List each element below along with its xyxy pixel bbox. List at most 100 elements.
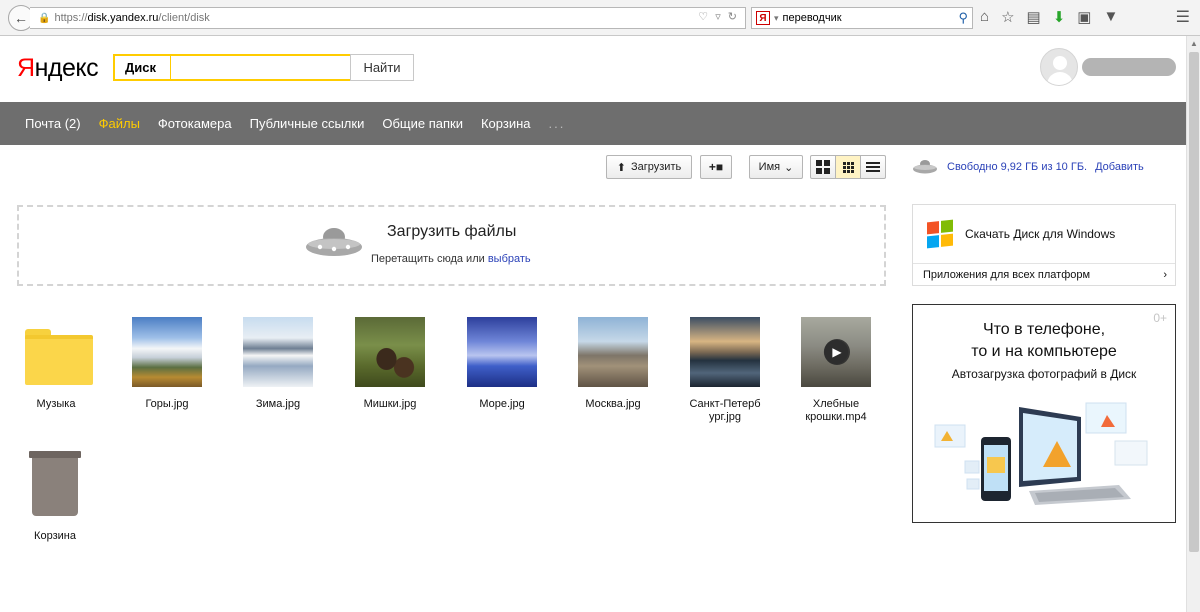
small-grid-icon — [842, 161, 854, 173]
file-name: Море.jpg — [479, 398, 525, 410]
file-name: Зима.jpg — [255, 398, 301, 410]
view-list-button[interactable] — [861, 156, 885, 178]
file-item-image[interactable]: Санкт-Петербург.jpg — [675, 317, 775, 424]
reading-list-icon[interactable]: ▤ — [1027, 8, 1041, 26]
file-item-image[interactable]: Горы.jpg — [117, 317, 217, 411]
dropzone-hint: Перетащить сюда или — [371, 253, 485, 265]
nav-item-files[interactable]: Файлы — [99, 116, 140, 131]
sort-label: Имя — [758, 161, 781, 173]
upload-icon: ⬆ — [616, 161, 626, 174]
image-thumbnail — [690, 317, 760, 387]
choose-files-link[interactable]: выбрать — [488, 253, 531, 265]
download-windows-link[interactable]: Скачать Диск для Windows — [913, 205, 1175, 264]
service-tag: Диск — [115, 56, 171, 79]
view-switcher — [810, 155, 886, 179]
file-name: Хлебные крошки.mp4 — [805, 398, 867, 423]
upload-button[interactable]: ⬆ Загрузить — [606, 155, 692, 179]
scroll-up-arrow-icon[interactable]: ▲ — [1190, 39, 1198, 48]
folder-icon: ■ — [715, 160, 724, 174]
dropdown-arrow-icon[interactable]: ▾ — [774, 13, 779, 24]
dropzone-title: Загрузить файлы — [387, 223, 517, 240]
bookmark-star-icon[interactable]: ☆ — [1001, 8, 1014, 26]
lock-icon: 🔒 — [38, 12, 51, 24]
file-name: Мишки.jpg — [363, 398, 417, 410]
upload-label: Загрузить — [630, 161, 682, 173]
url-path: /client/disk — [158, 12, 210, 24]
avatar[interactable] — [1040, 48, 1078, 86]
upload-dropzone[interactable]: Загрузить файлы Перетащить сюда или выбр… — [17, 205, 886, 286]
find-button[interactable]: Найти — [350, 54, 414, 81]
image-thumbnail — [467, 317, 537, 387]
promo-banner[interactable]: 0+ Что в телефоне, то и на компьютере Ав… — [912, 304, 1176, 523]
search-engine-icon[interactable]: Я — [756, 11, 770, 25]
free-space-text: Свободно 9,92 ГБ из 10 ГБ. — [947, 161, 1088, 173]
extension-icon[interactable]: ▣ — [1077, 8, 1091, 26]
devices-illustration — [934, 402, 1148, 505]
add-space-link[interactable]: Добавить — [1095, 161, 1144, 173]
search-input[interactable] — [177, 56, 347, 79]
search-box: Диск — [113, 54, 350, 81]
scroll-thumb[interactable] — [1189, 52, 1199, 552]
file-item-image[interactable]: Море.jpg — [452, 317, 552, 411]
image-thumbnail — [132, 317, 202, 387]
nav-item-camera[interactable]: Фотокамера — [158, 116, 232, 131]
trash-icon — [20, 449, 90, 519]
file-name: Горы.jpg — [145, 398, 189, 410]
folder-icon — [21, 317, 93, 387]
logo-first-letter: Я — [17, 54, 35, 82]
file-item-folder-music[interactable]: Музыка — [6, 317, 106, 411]
nav-more[interactable]: ... — [549, 116, 566, 131]
nav-item-mail[interactable]: Почта (2) — [25, 116, 81, 131]
disk-space-icon — [913, 160, 937, 174]
reload-icon[interactable]: ♡ ▿ ↻ — [698, 10, 739, 23]
video-thumbnail: ▶ — [801, 317, 871, 387]
home-icon[interactable]: ⌂ — [980, 8, 989, 26]
file-item-trash[interactable]: Корзина — [5, 449, 105, 543]
address-bar[interactable]: 🔒 https://disk.yandex.ru/client/disk ♡ ▿… — [30, 7, 746, 29]
url-host: disk.yandex.ru — [87, 12, 159, 24]
new-folder-button[interactable]: + ■ — [700, 155, 732, 179]
promo-title: Что в телефоне, то и на компьютере — [913, 319, 1175, 363]
file-name: Санкт-Петербург.jpg — [689, 398, 761, 423]
dropzone-subtitle: Перетащить сюда или выбрать — [371, 253, 531, 265]
search-icon[interactable]: ⚲ — [958, 10, 968, 26]
view-large-grid-button[interactable] — [811, 156, 836, 178]
file-item-image[interactable]: Зима.jpg — [228, 317, 328, 411]
list-icon — [866, 162, 880, 172]
view-small-grid-button[interactable] — [836, 156, 861, 178]
all-platforms-link[interactable]: Приложения для всех платформ › — [913, 264, 1175, 286]
avatar-head — [1053, 56, 1067, 70]
promo-title-line2: то и на компьютере — [971, 343, 1117, 360]
download-windows-label: Скачать Диск для Windows — [965, 227, 1116, 241]
download-icon[interactable]: ⬇ — [1053, 8, 1066, 26]
file-name: Музыка — [36, 398, 76, 410]
nav-item-shared-folders[interactable]: Общие папки — [382, 116, 463, 131]
file-item-image[interactable]: Мишки.jpg — [340, 317, 440, 411]
browser-search-value: переводчик — [782, 12, 842, 24]
large-grid-icon — [816, 160, 830, 174]
windows-logo-icon — [927, 219, 953, 249]
username-blurred[interactable] — [1082, 58, 1176, 76]
yandex-logo[interactable]: Яндекс — [17, 54, 99, 83]
avatar-body — [1047, 72, 1073, 85]
browser-toolbar-icons: ⌂ ☆ ▤ ⬇ ▣ ▼ — [980, 8, 1118, 26]
menu-icon[interactable]: ☰ — [1176, 7, 1190, 27]
disk-space-info: Свободно 9,92 ГБ из 10 ГБ. Добавить — [947, 161, 1144, 173]
nav-item-public-links[interactable]: Публичные ссылки — [250, 116, 365, 131]
url-prefix: https:// — [54, 12, 88, 24]
all-platforms-label: Приложения для всех платформ — [923, 269, 1091, 281]
file-item-video[interactable]: ▶ Хлебные крошки.mp4 — [786, 317, 886, 424]
browser-toolbar: ← 🔒 https://disk.yandex.ru/client/disk ♡… — [0, 0, 1200, 36]
new-folder-plus: + — [708, 160, 716, 174]
chevron-right-icon: › — [1163, 269, 1167, 281]
chevron-down-icon: ⌄ — [784, 161, 794, 174]
download-app-box: Скачать Диск для Windows Приложения для … — [912, 204, 1176, 286]
main-nav: Почта (2) Файлы Фотокамера Публичные ссы… — [0, 102, 1186, 145]
pocket-icon[interactable]: ▼ — [1103, 8, 1118, 26]
page-scrollbar[interactable]: ▲ — [1186, 36, 1200, 612]
browser-search-field[interactable]: Я ▾ переводчик ⚲ — [751, 7, 973, 29]
file-item-image[interactable]: Москва.jpg — [563, 317, 663, 411]
nav-item-trash[interactable]: Корзина — [481, 116, 531, 131]
image-thumbnail — [578, 317, 648, 387]
sort-dropdown[interactable]: Имя ⌄ — [749, 155, 803, 179]
